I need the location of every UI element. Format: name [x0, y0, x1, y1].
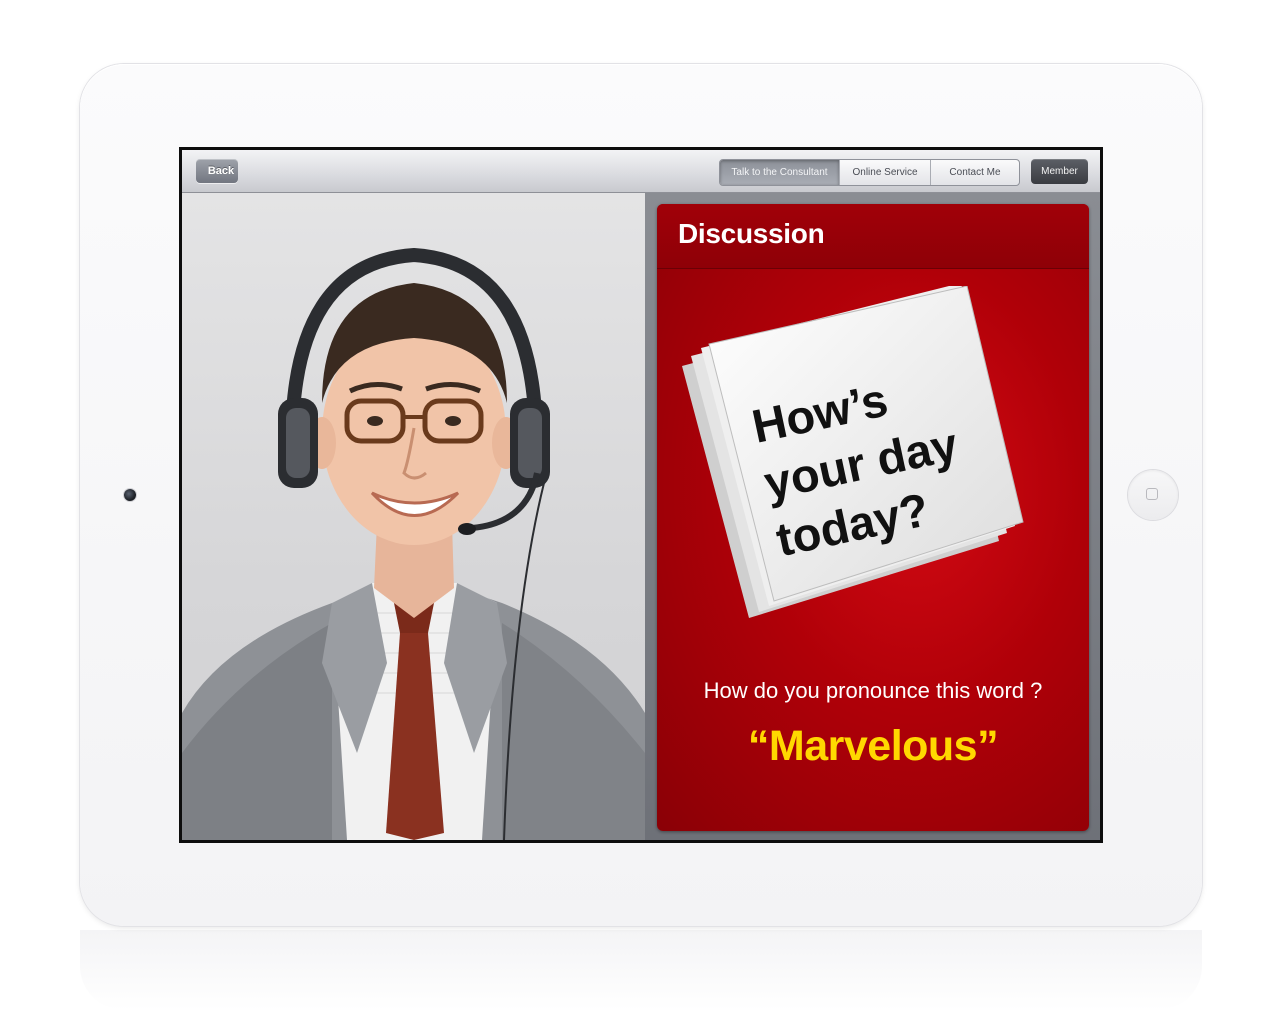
app-screen: Back Talk to the Consultant Online Servi…: [179, 147, 1103, 843]
tab-online-service[interactable]: Online Service: [840, 160, 931, 185]
tab-talk-to-the-consultant[interactable]: Talk to the Consultant: [720, 160, 840, 185]
pronunciation-question: How do you pronounce this word ?: [703, 678, 1043, 703]
home-button[interactable]: [1128, 470, 1178, 520]
stage: Back Talk to the Consultant Online Servi…: [0, 0, 1280, 1024]
target-word: “Marvelous”: [747, 722, 999, 770]
consultant-video: [182, 193, 645, 840]
home-button-icon: [1146, 488, 1158, 500]
consultant-photo: [182, 247, 645, 840]
member-button[interactable]: Member: [1031, 159, 1088, 184]
discussion-title: Discussion: [678, 218, 825, 249]
discussion-pane: Discussion How’s your day today? How do …: [645, 193, 1100, 840]
device-reflection: [80, 930, 1202, 1010]
section-tabs: Talk to the Consultant Online Service Co…: [719, 159, 1020, 186]
camera-icon: [124, 489, 136, 501]
discussion-header: Discussion: [657, 204, 1089, 269]
tab-contact-me[interactable]: Contact Me: [931, 160, 1019, 185]
discussion-card: Discussion How’s your day today? How do …: [657, 204, 1089, 831]
navigation-toolbar: Back Talk to the Consultant Online Servi…: [182, 150, 1100, 193]
back-button[interactable]: Back: [196, 159, 238, 183]
